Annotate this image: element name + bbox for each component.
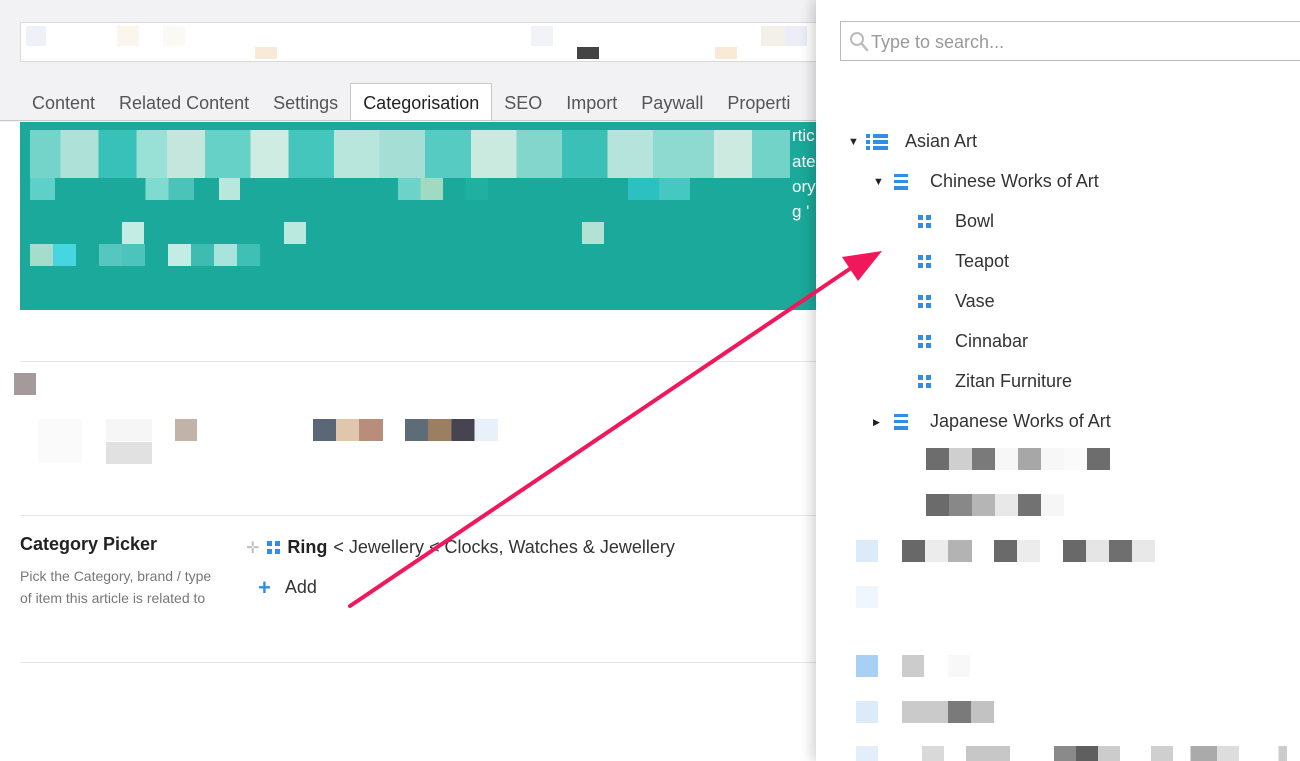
tree-item-label: Bowl bbox=[955, 211, 995, 231]
category-tree-panel: Asian Art Chinese Works of Art Bowl Teap… bbox=[816, 0, 1300, 761]
search-input[interactable] bbox=[871, 28, 1291, 56]
list-icon bbox=[866, 133, 888, 150]
search-icon bbox=[850, 32, 869, 52]
category-picker-title: Category Picker bbox=[20, 534, 158, 554]
grid-icon bbox=[918, 255, 931, 268]
tree-item-label: Vase bbox=[955, 291, 995, 311]
selected-category-item[interactable]: ✛ Ring < Jewellery < Clocks, Watches & J… bbox=[246, 537, 675, 558]
tab-related-content[interactable]: Related Content bbox=[107, 84, 261, 122]
grid-icon bbox=[267, 541, 281, 554]
selected-category-path: < Jewellery < Clocks, Watches & Jeweller… bbox=[333, 537, 675, 557]
tree-item-bowl[interactable]: Bowl bbox=[918, 211, 994, 232]
selected-category-name: Ring bbox=[287, 537, 328, 557]
tree-item-zitan-furniture[interactable]: Zitan Furniture bbox=[918, 371, 1072, 392]
tree-item-label: Teapot bbox=[955, 251, 1010, 271]
title-field-redacted[interactable] bbox=[20, 22, 820, 62]
tree-item-label: Japanese Works of Art bbox=[930, 411, 1111, 431]
teal-text-line-2: ate bbox=[792, 152, 816, 171]
tree-item-label: Cinnabar bbox=[955, 331, 1029, 351]
grid-icon bbox=[918, 375, 931, 388]
section-divider bbox=[20, 662, 816, 663]
grid-icon bbox=[918, 335, 931, 348]
tab-categorisation[interactable]: Categorisation bbox=[350, 83, 493, 122]
plus-icon: + bbox=[258, 574, 271, 600]
caret-down-icon[interactable] bbox=[848, 136, 858, 148]
redacted-content-block: rtic ate ory g ' bbox=[20, 122, 816, 310]
lines-icon bbox=[894, 173, 908, 190]
tab-seo[interactable]: SEO bbox=[492, 84, 554, 122]
tab-settings[interactable]: Settings bbox=[261, 84, 350, 122]
tab-paywall[interactable]: Paywall bbox=[629, 84, 715, 122]
tree-item-label: Asian Art bbox=[905, 131, 978, 151]
grid-icon bbox=[918, 295, 931, 308]
caret-down-icon[interactable] bbox=[873, 176, 883, 188]
tab-bar: Content Related Content Settings Categor… bbox=[20, 82, 802, 122]
tree-item-label: Chinese Works of Art bbox=[930, 171, 1099, 191]
drag-handle-icon[interactable]: ✛ bbox=[246, 538, 259, 558]
teal-text-line-1: rtic bbox=[792, 126, 815, 145]
search-box bbox=[840, 21, 1300, 61]
tab-properties[interactable]: Properti bbox=[715, 84, 802, 122]
section-divider bbox=[20, 515, 816, 516]
category-picker-description: Pick the Category, brand / type of item … bbox=[20, 568, 212, 606]
tree-item-japanese-works-of-art[interactable]: Japanese Works of Art bbox=[873, 411, 1111, 432]
section-divider bbox=[20, 361, 816, 362]
tree-item-cinnabar[interactable]: Cinnabar bbox=[918, 331, 1028, 352]
lines-icon bbox=[894, 413, 908, 430]
grid-icon bbox=[918, 215, 931, 228]
tab-import[interactable]: Import bbox=[554, 84, 629, 122]
tree-item-asian-art[interactable]: Asian Art bbox=[848, 131, 977, 152]
tree-item-vase[interactable]: Vase bbox=[918, 291, 995, 312]
caret-right-icon[interactable] bbox=[873, 416, 883, 428]
tree-item-teapot[interactable]: Teapot bbox=[918, 251, 1009, 272]
teal-text-line-3: ory bbox=[792, 177, 816, 196]
add-label: Add bbox=[284, 577, 317, 597]
tab-bar-underline bbox=[0, 120, 816, 121]
add-category-button[interactable]: + Add bbox=[258, 574, 317, 600]
tree-item-chinese-works-of-art[interactable]: Chinese Works of Art bbox=[873, 171, 1099, 192]
teal-text-line-4: g ' bbox=[792, 202, 810, 221]
tab-content[interactable]: Content bbox=[20, 84, 107, 122]
tree-item-label: Zitan Furniture bbox=[955, 371, 1073, 391]
